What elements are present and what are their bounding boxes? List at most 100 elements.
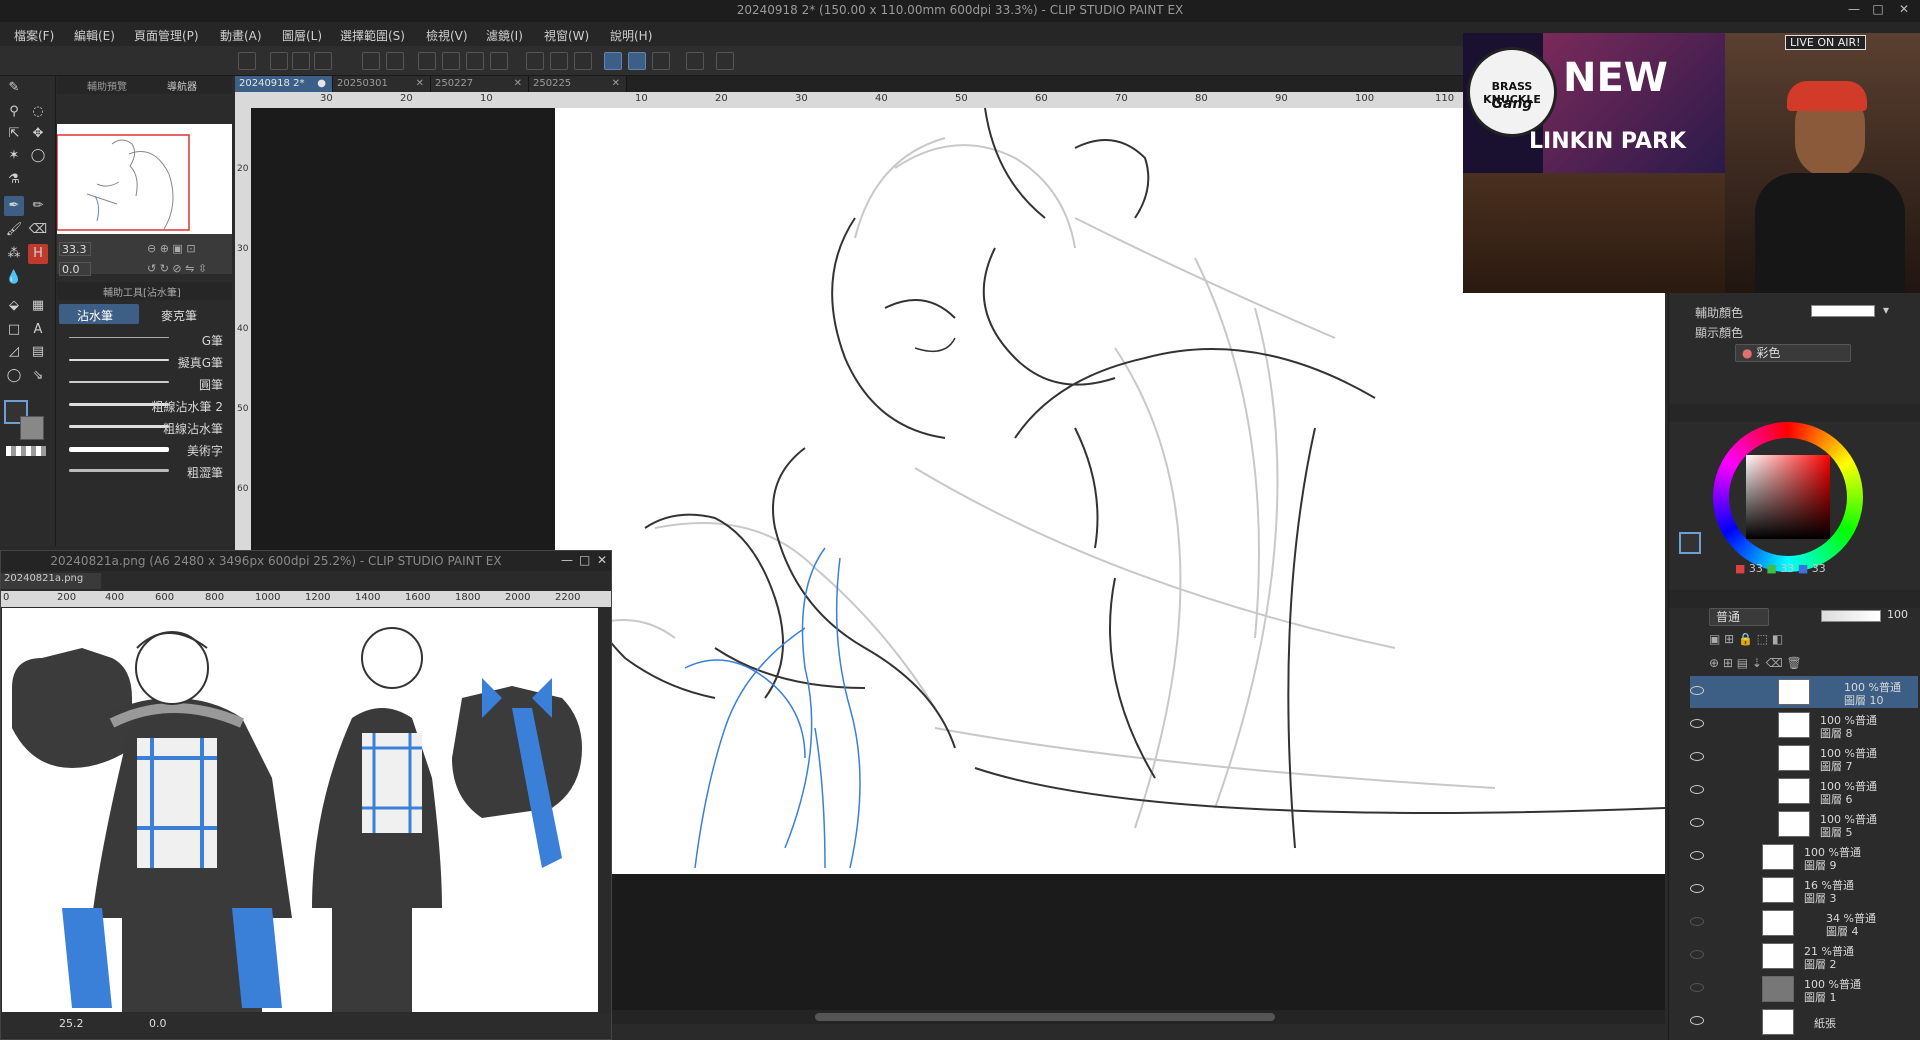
close-button[interactable]: ✕ bbox=[1894, 2, 1914, 20]
layer-row[interactable]: 100 %普通 圖層 9 bbox=[1690, 841, 1918, 873]
deselect-icon[interactable] bbox=[526, 52, 544, 70]
menu-view[interactable]: 檢視(V) bbox=[426, 27, 468, 44]
brush-tool-icon[interactable]: 🖌 bbox=[4, 220, 24, 240]
menu-animation[interactable]: 動畫(A) bbox=[220, 27, 262, 44]
doc-tab-1[interactable]: 20240918 2* ● bbox=[235, 76, 333, 92]
menu-file[interactable]: 檔案(F) bbox=[14, 27, 54, 44]
layer-row[interactable]: 100 %普通 圖層 8 bbox=[1690, 709, 1918, 741]
brush-item-thick-pen-2[interactable]: 粗線沾水筆 2 bbox=[61, 394, 231, 416]
tab-pen[interactable]: 沾水筆 bbox=[59, 304, 139, 324]
eye-icon[interactable] bbox=[1690, 719, 1704, 728]
doc-tab-2[interactable]: 20250301 ✕ bbox=[333, 76, 431, 92]
menu-layer[interactable]: 圖層(L) bbox=[282, 27, 322, 44]
pencil-tool-icon[interactable]: ✏ bbox=[28, 196, 48, 216]
auto-select-icon[interactable]: ✶ bbox=[4, 146, 24, 166]
selection-border-icon[interactable] bbox=[574, 52, 592, 70]
eye-icon[interactable] bbox=[1690, 917, 1704, 926]
color-main-swatch[interactable] bbox=[1679, 532, 1701, 554]
pen-tool-header-icon[interactable]: ✎ bbox=[4, 78, 24, 98]
menu-filter[interactable]: 濾鏡(I) bbox=[486, 27, 523, 44]
sub-minimize-button[interactable]: — bbox=[561, 553, 573, 567]
tab-sub-view[interactable]: 輔助預覽 bbox=[87, 78, 127, 93]
eye-icon[interactable] bbox=[1690, 950, 1704, 959]
layer-row[interactable]: 100 %普通 圖層 6 bbox=[1690, 775, 1918, 807]
rotate-buttons[interactable]: ↺ ↻ ⊘ ⇋ ⇳ bbox=[147, 262, 227, 276]
menu-page[interactable]: 頁面管理(P) bbox=[134, 27, 199, 44]
zoom-tool-icon[interactable]: ⚲ bbox=[4, 102, 24, 122]
blend-tool-icon[interactable]: 💧 bbox=[4, 268, 24, 288]
gradient-tool-icon[interactable]: ▦ bbox=[28, 296, 48, 316]
color-wheel[interactable] bbox=[1713, 422, 1863, 572]
sub-close-button[interactable]: ✕ bbox=[597, 553, 607, 567]
eye-icon[interactable] bbox=[1690, 1016, 1704, 1025]
sub-color-bar[interactable] bbox=[1811, 305, 1875, 317]
layer-row[interactable]: 100 %普通 圖層 7 bbox=[1690, 742, 1918, 774]
eraser-tool-icon[interactable]: ⌫ bbox=[28, 220, 48, 240]
correct-line-icon[interactable]: ⇘ bbox=[28, 366, 48, 386]
blend-mode-select[interactable]: 普通 bbox=[1709, 608, 1769, 626]
layer-row[interactable]: 34 %普通 圖層 4 bbox=[1690, 907, 1918, 939]
hand-tool-icon[interactable]: ◌ bbox=[28, 102, 48, 122]
maximize-button[interactable]: □ bbox=[1868, 2, 1888, 20]
pen-tool-icon[interactable]: ✒ bbox=[4, 196, 24, 216]
eye-icon[interactable] bbox=[1690, 983, 1704, 992]
layer-row[interactable]: 21 %普通 圖層 2 bbox=[1690, 940, 1918, 972]
sub-zoom[interactable]: 25.2 bbox=[59, 1017, 84, 1030]
eye-icon[interactable] bbox=[1690, 785, 1704, 794]
open-file-icon[interactable] bbox=[292, 52, 310, 70]
redo-icon[interactable] bbox=[386, 52, 404, 70]
brush-item-g-pen[interactable]: G筆 bbox=[61, 328, 231, 350]
navigator-thumbnail[interactable] bbox=[56, 124, 232, 234]
clip-studio-icon[interactable] bbox=[238, 52, 256, 70]
invert-selection-icon[interactable] bbox=[550, 52, 568, 70]
snap-grid-icon[interactable] bbox=[652, 52, 670, 70]
eye-icon[interactable] bbox=[1690, 752, 1704, 761]
frame-tool-icon[interactable]: ◿ bbox=[4, 342, 24, 362]
clear-outside-icon[interactable] bbox=[442, 52, 460, 70]
clear-icon[interactable] bbox=[418, 52, 436, 70]
sub-angle[interactable]: 0.0 bbox=[149, 1017, 167, 1030]
brush-item-calligraphy[interactable]: 美術字 bbox=[61, 438, 231, 460]
layer-row-paper[interactable]: 紙張 bbox=[1690, 1006, 1918, 1038]
layer-row[interactable]: 16 %普通 圖層 3 bbox=[1690, 874, 1918, 906]
ruler-tool-icon[interactable]: H bbox=[28, 244, 48, 264]
close-icon[interactable]: ✕ bbox=[514, 76, 522, 92]
minimize-button[interactable]: — bbox=[1844, 2, 1864, 20]
brush-item-thick-pen[interactable]: 粗線沾水筆 bbox=[61, 416, 231, 438]
layer-row[interactable]: 100 %普通 圖層 10 bbox=[1690, 676, 1918, 708]
fill-tool-icon[interactable]: ⬙ bbox=[4, 296, 24, 316]
rotation-input[interactable]: 0.0 bbox=[59, 262, 91, 276]
brush-item-rough-pen[interactable]: 粗澀筆 bbox=[61, 460, 231, 482]
opacity-slider[interactable] bbox=[1821, 610, 1881, 622]
help-icon[interactable] bbox=[716, 52, 734, 70]
ruler-frame-icon[interactable]: ▤ bbox=[28, 342, 48, 362]
save-icon[interactable] bbox=[314, 52, 332, 70]
eye-icon[interactable] bbox=[1690, 686, 1704, 695]
snap-special-ruler-icon[interactable] bbox=[628, 52, 646, 70]
sub-color-swatch[interactable] bbox=[20, 416, 44, 440]
close-icon[interactable]: ✕ bbox=[612, 76, 620, 92]
companion-icon[interactable] bbox=[686, 52, 704, 70]
close-icon[interactable]: ✕ bbox=[416, 76, 424, 92]
color-dropdown-icon[interactable]: ▾ bbox=[1883, 303, 1889, 317]
text-tool-icon[interactable]: A bbox=[28, 320, 48, 340]
figure-tool-icon[interactable]: □ bbox=[4, 320, 24, 340]
scrollbar-thumb[interactable] bbox=[815, 1013, 1275, 1021]
layer-toolbar-2[interactable]: ⊕ ⊞ ▤ ⇣ ⌫ 🗑 bbox=[1709, 656, 1909, 678]
zoom-input[interactable]: 33.3 bbox=[59, 242, 91, 256]
tab-navigator[interactable]: 導航器 bbox=[167, 78, 197, 93]
move-tool-icon[interactable]: ✥ bbox=[28, 124, 48, 144]
eye-icon[interactable] bbox=[1690, 818, 1704, 827]
saturation-square[interactable] bbox=[1746, 455, 1830, 539]
snap-ruler-icon[interactable] bbox=[604, 52, 622, 70]
undo-icon[interactable] bbox=[362, 52, 380, 70]
eyedropper-icon[interactable]: ⚗ bbox=[4, 170, 24, 190]
layer-row[interactable]: 100 %普通 圖層 1 bbox=[1690, 973, 1918, 1005]
brush-item-round-pen[interactable]: 圓筆 bbox=[61, 372, 231, 394]
doc-tab-4[interactable]: 250225 ✕ bbox=[529, 76, 627, 92]
decoration-tool-icon[interactable]: ⁂ bbox=[4, 244, 24, 264]
reference-image[interactable] bbox=[2, 608, 598, 1012]
transform-icon[interactable] bbox=[490, 52, 508, 70]
new-file-icon[interactable] bbox=[270, 52, 288, 70]
layer-row[interactable]: 100 %普通 圖層 5 bbox=[1690, 808, 1918, 840]
